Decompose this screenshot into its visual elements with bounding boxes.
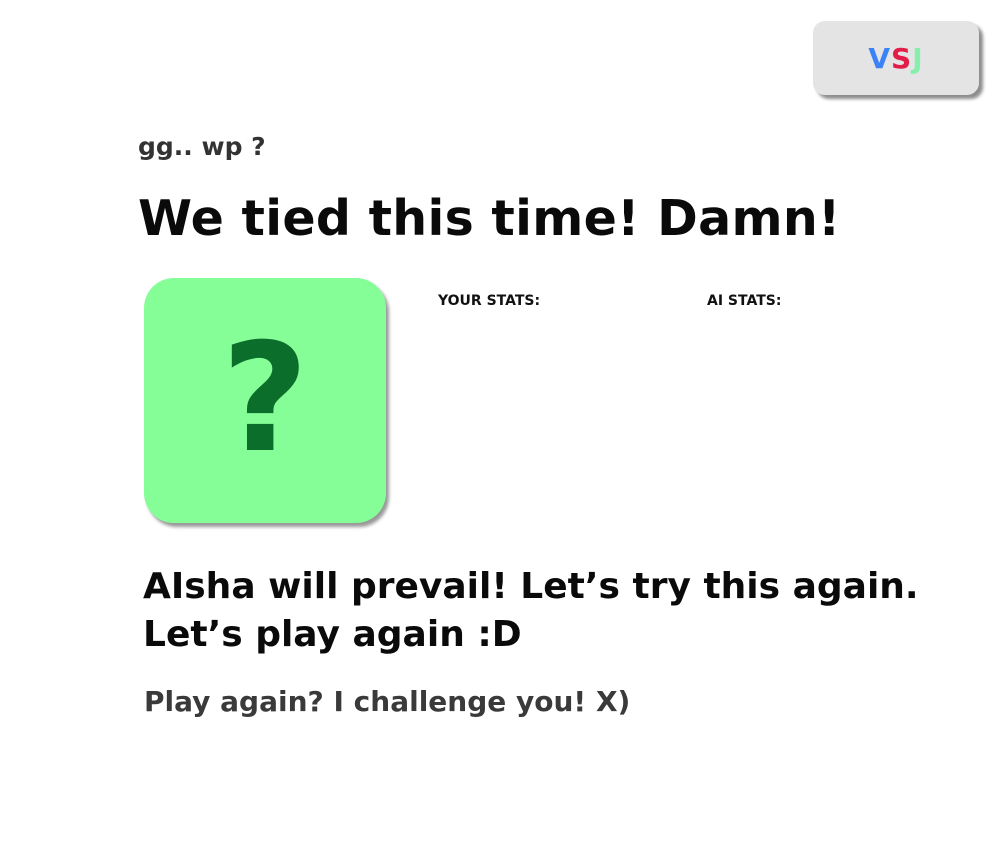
- logo-letter-v: V: [868, 41, 892, 75]
- result-message-line-2: Let’s play again :D: [143, 614, 522, 655]
- ai-stats-label: AI STATS:: [707, 293, 782, 309]
- play-again-link[interactable]: Play again? I challenge you! X): [144, 685, 630, 718]
- logo-letter-s: S: [891, 41, 913, 75]
- your-stats-label: YOUR STATS:: [438, 293, 541, 309]
- result-card: ?: [144, 278, 386, 523]
- result-headline: We tied this time! Damn!: [138, 190, 841, 247]
- result-message-line-1: AIsha will prevail! Let’s try this again…: [143, 566, 919, 607]
- question-mark-icon: ?: [221, 311, 309, 486]
- vsj-logo-button[interactable]: VSJ: [813, 21, 979, 95]
- logo-letter-j: J: [912, 41, 924, 75]
- result-message: AIsha will prevail! Let’s try this again…: [143, 563, 919, 659]
- subtitle: gg.. wp ?: [138, 132, 266, 161]
- game-result-page: VSJ gg.. wp ? We tied this time! Damn! ?…: [0, 0, 1000, 850]
